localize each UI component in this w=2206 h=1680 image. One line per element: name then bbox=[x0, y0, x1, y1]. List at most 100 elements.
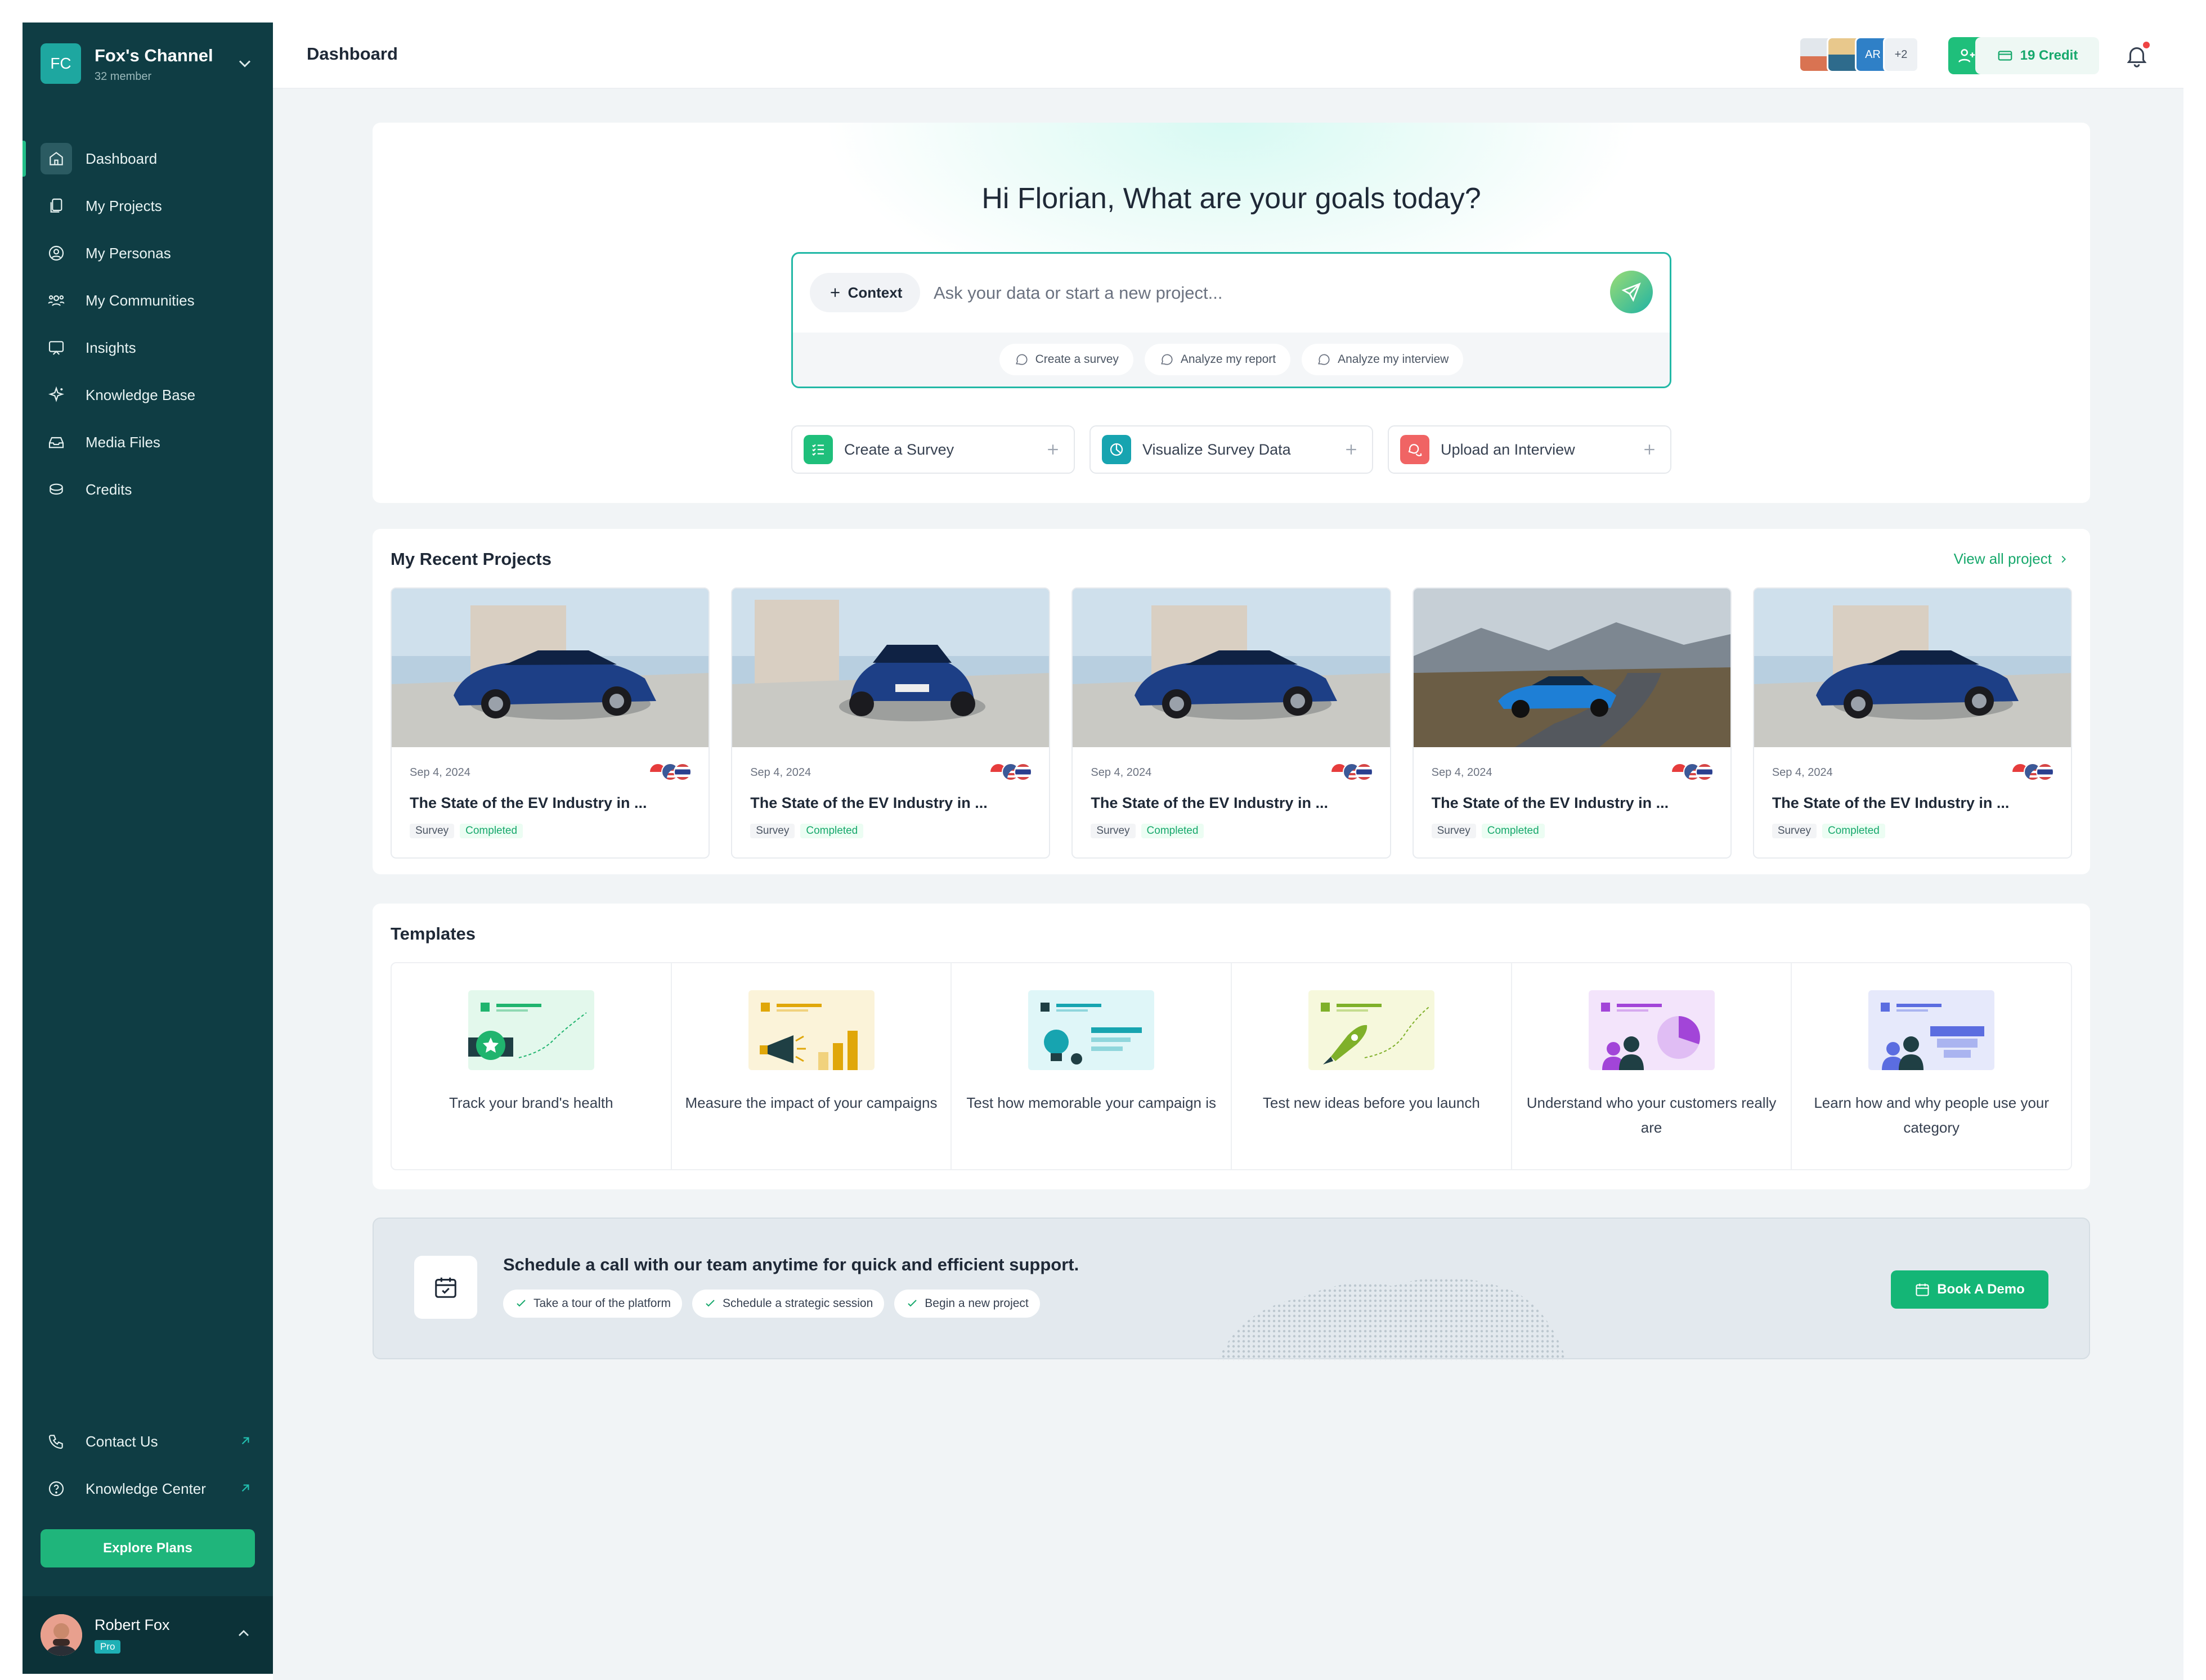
template-card-campaign-impact[interactable]: Measure the impact of your campaigns bbox=[672, 963, 952, 1169]
add-context-button[interactable]: Context bbox=[810, 273, 920, 312]
template-grid: Track your brand's health Measure the im… bbox=[391, 962, 2072, 1170]
template-card-category[interactable]: Learn how and why people use your catego… bbox=[1792, 963, 2071, 1169]
action-label: Upload an Interview bbox=[1441, 441, 1575, 458]
main-content: Hi Florian, What are your goals today? C… bbox=[273, 89, 2183, 1680]
sidebar-item-label: Credits bbox=[86, 480, 132, 498]
coins-icon bbox=[41, 474, 72, 505]
knowledge-center-link[interactable]: Knowledge Center bbox=[23, 1465, 273, 1512]
template-card-memorable[interactable]: Test how memorable your campaign is bbox=[952, 963, 1232, 1169]
pie-chart-icon bbox=[1102, 435, 1131, 464]
sidebar-item-label: Dashboard bbox=[86, 150, 158, 167]
project-thumbnail bbox=[732, 589, 1050, 747]
chat-icon bbox=[1400, 435, 1429, 464]
sidebar-item-media-files[interactable]: Media Files bbox=[23, 419, 273, 466]
funnel-icon bbox=[1868, 990, 1995, 1070]
contact-us-link[interactable]: Contact Us bbox=[23, 1418, 273, 1465]
project-title: The State of the EV Industry in ... bbox=[410, 794, 647, 811]
project-list: Sep 4, 2024 The State of the EV Industry… bbox=[391, 587, 2073, 859]
chevron-down-icon[interactable] bbox=[235, 53, 255, 74]
suggestion-label: Analyze my interview bbox=[1338, 353, 1449, 366]
team-avatars[interactable]: AR +2 bbox=[1799, 37, 1919, 74]
suggestion-chip[interactable]: Analyze my interview bbox=[1302, 344, 1464, 375]
sidebar-item-label: Insights bbox=[86, 339, 136, 356]
flag-group bbox=[649, 763, 692, 781]
demo-title: Schedule a call with our team anytime fo… bbox=[503, 1255, 1079, 1274]
suggestion-row: Create a survey Analyze my report Analyz… bbox=[793, 333, 1670, 387]
project-title: The State of the EV Industry in ... bbox=[1431, 794, 1669, 811]
view-all-label: View all project bbox=[1953, 550, 2052, 567]
book-demo-label: Book A Demo bbox=[1937, 1282, 2025, 1297]
credit-button[interactable]: 19 Credit bbox=[1975, 37, 2099, 74]
suggestion-chip[interactable]: Analyze my report bbox=[1144, 344, 1291, 375]
external-link-icon bbox=[241, 1437, 249, 1445]
project-card[interactable]: Sep 4, 2024 The State of the EV Industry… bbox=[1412, 587, 1732, 859]
section-title: My Recent Projects bbox=[391, 549, 552, 569]
sidebar: FC Fox's Channel 32 member Dashboard My … bbox=[23, 23, 273, 1674]
phone-icon bbox=[41, 1426, 72, 1457]
sidebar-item-dashboard[interactable]: Dashboard bbox=[23, 135, 273, 182]
flag-group bbox=[1330, 763, 1373, 781]
projects-icon bbox=[41, 190, 72, 222]
workspace-switcher[interactable]: FC Fox's Channel 32 member bbox=[41, 43, 255, 86]
project-tags: Survey Completed bbox=[1772, 824, 1885, 838]
home-icon bbox=[41, 143, 72, 174]
type-badge: Survey bbox=[1772, 824, 1817, 838]
book-demo-button[interactable]: Book A Demo bbox=[1891, 1270, 2048, 1309]
send-icon bbox=[1621, 282, 1641, 302]
send-button[interactable] bbox=[1610, 271, 1653, 313]
benefit-chip: Take a tour of the platform bbox=[503, 1290, 682, 1318]
sidebar-item-projects[interactable]: My Projects bbox=[23, 182, 273, 230]
view-all-projects-link[interactable]: View all project bbox=[1954, 550, 2070, 568]
project-date: Sep 4, 2024 bbox=[1772, 766, 1833, 779]
sidebar-item-insights[interactable]: Insights bbox=[23, 324, 273, 371]
sidebar-item-communities[interactable]: My Communities bbox=[23, 277, 273, 324]
avatar-more-count: +2 bbox=[1883, 37, 1919, 73]
flag-thailand-icon bbox=[2036, 763, 2055, 781]
template-card-new-ideas[interactable]: Test new ideas before you launch bbox=[1232, 963, 1512, 1169]
plus-icon bbox=[1644, 444, 1654, 455]
templates-section: Templates Track your brand's health Meas… bbox=[373, 904, 2090, 1189]
project-title: The State of the EV Industry in ... bbox=[1772, 794, 2010, 811]
type-badge: Survey bbox=[1431, 824, 1476, 838]
action-label: Visualize Survey Data bbox=[1142, 441, 1291, 458]
check-icon bbox=[706, 1300, 715, 1307]
create-survey-action[interactable]: Create a Survey bbox=[791, 425, 1075, 474]
checklist-icon bbox=[804, 435, 833, 464]
project-card[interactable]: Sep 4, 2024 The State of the EV Industry… bbox=[1752, 587, 2073, 859]
sidebar-item-personas[interactable]: My Personas bbox=[23, 230, 273, 277]
project-card[interactable]: Sep 4, 2024 The State of the EV Industry… bbox=[391, 587, 710, 859]
project-date: Sep 4, 2024 bbox=[410, 766, 470, 779]
sidebar-item-knowledge-base[interactable]: Knowledge Base bbox=[23, 371, 273, 419]
flag-thailand-icon bbox=[1355, 763, 1373, 781]
visualize-data-action[interactable]: Visualize Survey Data bbox=[1089, 425, 1373, 474]
upload-interview-action[interactable]: Upload an Interview bbox=[1388, 425, 1671, 474]
project-thumbnail bbox=[1413, 589, 1730, 747]
flag-group bbox=[989, 763, 1033, 781]
demo-banner: Schedule a call with our team anytime fo… bbox=[373, 1218, 2090, 1360]
project-thumbnail bbox=[1754, 589, 2072, 747]
type-badge: Survey bbox=[750, 824, 795, 838]
suggestion-chip[interactable]: Create a survey bbox=[999, 344, 1133, 375]
chevron-up-icon[interactable] bbox=[235, 1624, 253, 1642]
status-badge: Completed bbox=[1822, 824, 1885, 838]
media-icon bbox=[41, 426, 72, 458]
project-card[interactable]: Sep 4, 2024 The State of the EV Industry… bbox=[1071, 587, 1391, 859]
ask-input[interactable] bbox=[934, 276, 1553, 310]
user-menu[interactable]: Robert Fox Pro bbox=[23, 1596, 273, 1674]
check-icon bbox=[908, 1300, 917, 1307]
explore-plans-button[interactable]: Explore Plans bbox=[41, 1529, 255, 1567]
template-label: Learn how and why people use your catego… bbox=[1814, 1094, 2050, 1136]
sidebar-item-credits[interactable]: Credits bbox=[23, 466, 273, 513]
template-label: Test new ideas before you launch bbox=[1262, 1094, 1480, 1111]
chat-bubble-icon bbox=[1160, 354, 1173, 365]
project-card[interactable]: Sep 4, 2024 The State of the EV Industry… bbox=[731, 587, 1051, 859]
sparkle-icon bbox=[41, 379, 72, 411]
page-title: Dashboard bbox=[307, 44, 398, 64]
template-card-brand-health[interactable]: Track your brand's health bbox=[392, 963, 672, 1169]
plan-badge: Pro bbox=[95, 1640, 121, 1654]
ask-box: Context Create a survey Analyze my repor… bbox=[791, 252, 1671, 388]
project-thumbnail bbox=[392, 589, 709, 747]
flag-thailand-icon bbox=[674, 763, 692, 781]
template-card-customers[interactable]: Understand who your customers really are bbox=[1512, 963, 1792, 1169]
section-title: Templates bbox=[391, 924, 476, 944]
